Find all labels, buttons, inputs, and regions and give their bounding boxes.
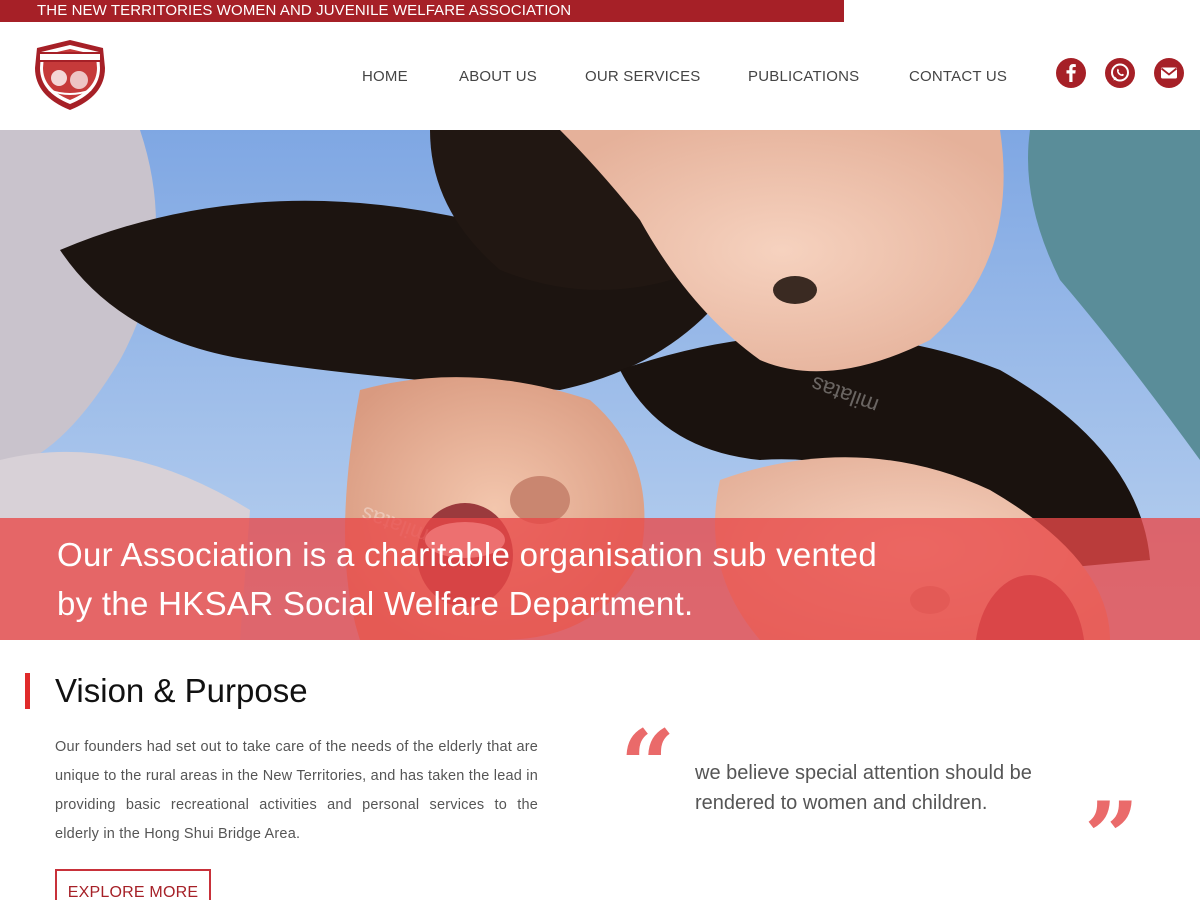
nav-contact-us[interactable]: CONTACT US	[909, 68, 1007, 85]
section-accent-bar	[25, 673, 30, 709]
hero-section: milatas milatas Our Association is a cha…	[0, 130, 1200, 640]
explore-more-button[interactable]: EXPLORE MORE	[55, 869, 211, 900]
vision-body-text: Our founders had set out to take care of…	[55, 739, 538, 842]
whatsapp-icon[interactable]	[1105, 58, 1135, 88]
hero-banner-text: Our Association is a charitable organisa…	[57, 530, 1017, 628]
site-header: HOME ABOUT US OUR SERVICES PUBLICATIONS …	[0, 22, 1200, 130]
section-title-vision: Vision & Purpose	[55, 672, 308, 709]
close-quote-icon: ”	[1084, 781, 1140, 894]
facebook-icon[interactable]	[1056, 58, 1086, 88]
nav-home[interactable]: HOME	[362, 68, 408, 85]
nav-about-us[interactable]: ABOUT US	[459, 68, 537, 85]
nav-publications[interactable]: PUBLICATIONS	[748, 68, 859, 85]
mail-icon[interactable]	[1154, 58, 1184, 88]
hero-banner-line-2: by the HKSAR Social Welfare Department.	[57, 585, 694, 622]
association-name: THE NEW TERRITORIES WOMEN AND JUVENILE W…	[37, 2, 572, 19]
hero-banner-line-1: Our Association is a charitable organisa…	[57, 536, 877, 573]
open-quote-icon: “	[620, 709, 676, 822]
main-nav: HOME ABOUT US OUR SERVICES PUBLICATIONS …	[0, 22, 1200, 130]
nav-our-services[interactable]: OUR SERVICES	[585, 68, 701, 85]
vision-quote-text: we believe special attention should be r…	[695, 762, 1032, 814]
top-bar: THE NEW TERRITORIES WOMEN AND JUVENILE W…	[0, 0, 844, 22]
hero-banner: Our Association is a charitable organisa…	[0, 518, 1200, 640]
